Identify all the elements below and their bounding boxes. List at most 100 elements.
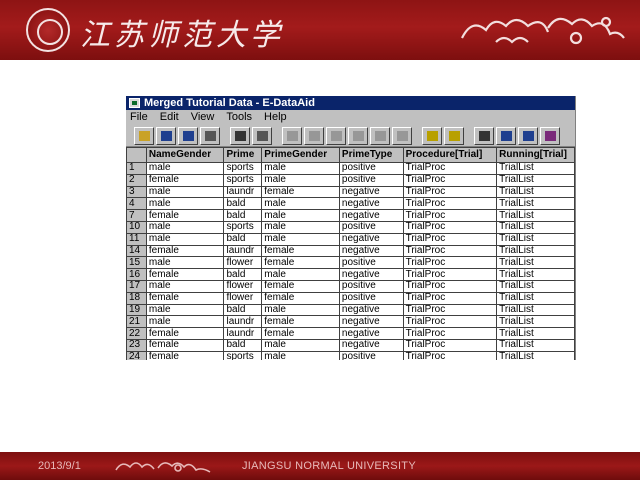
table-cell[interactable]: TrialProc <box>402 232 498 246</box>
table-cell[interactable]: flower <box>223 256 263 270</box>
analyze-icon[interactable] <box>540 126 560 145</box>
table-cell[interactable]: bald <box>223 209 263 222</box>
row-number[interactable]: 3 <box>126 185 147 199</box>
table-cell[interactable]: TrialProc <box>402 185 498 199</box>
table-cell[interactable]: male <box>145 279 225 293</box>
table-cell[interactable]: negative <box>338 197 404 211</box>
table-row[interactable]: 2 female sports male positive TrialProc TrialL… <box>126 173 575 187</box>
table-cell[interactable]: positive <box>338 220 404 234</box>
open-icon[interactable] <box>134 126 154 145</box>
table-cell[interactable]: negative <box>338 209 404 222</box>
table-row[interactable]: 10 male sports male positive TrialProc TrialLi… <box>126 220 575 234</box>
table-row[interactable]: 7 female bald male negative TrialProc TrialLis… <box>126 209 575 222</box>
print-preview-icon[interactable] <box>252 126 272 145</box>
table-cell[interactable]: male <box>261 220 340 234</box>
table-cell[interactable]: male <box>145 256 225 270</box>
row-number[interactable]: 22 <box>126 327 147 340</box>
table-row[interactable]: 22 female laundr female negative TrialProc Tri… <box>126 327 575 340</box>
table-cell[interactable]: male <box>261 232 340 246</box>
table-cell[interactable]: TrialList <box>496 268 575 281</box>
table-cell[interactable]: bald <box>223 268 263 281</box>
table-cell[interactable]: female <box>145 209 225 222</box>
table-cell[interactable]: laundr <box>223 315 263 329</box>
table-cell[interactable]: female <box>261 315 340 329</box>
menu-help[interactable]: Help <box>264 110 287 125</box>
replace-icon[interactable] <box>392 126 412 145</box>
table-cell[interactable]: positive <box>338 291 404 305</box>
arrange-columns-icon[interactable] <box>496 126 516 145</box>
table-row[interactable]: 23 female bald male negative TrialProc TrialLi… <box>126 338 575 352</box>
table-cell[interactable]: negative <box>338 303 404 317</box>
table-cell[interactable]: flower <box>223 291 263 305</box>
table-cell[interactable]: TrialProc <box>402 268 498 281</box>
table-cell[interactable]: male <box>261 350 340 360</box>
table-cell[interactable]: female <box>145 338 225 352</box>
table-row[interactable]: 14 female laundr female negative TrialProc Tri… <box>126 244 575 258</box>
table-cell[interactable]: TrialList <box>496 350 575 360</box>
paste-icon[interactable] <box>326 126 346 145</box>
table-cell[interactable]: negative <box>338 232 404 246</box>
table-cell[interactable]: female <box>261 256 340 270</box>
table-cell[interactable]: TrialProc <box>402 256 498 270</box>
table-cell[interactable]: male <box>261 197 340 211</box>
table-cell[interactable]: laundr <box>223 327 263 340</box>
edit-icon[interactable] <box>422 126 442 145</box>
table-cell[interactable]: bald <box>223 338 263 352</box>
table-cell[interactable]: sports <box>223 220 263 234</box>
table-cell[interactable]: TrialProc <box>402 220 498 234</box>
row-number[interactable]: 24 <box>126 350 147 360</box>
table-cell[interactable]: female <box>261 279 340 293</box>
table-cell[interactable]: TrialProc <box>402 327 498 340</box>
table-cell[interactable]: TrialProc <box>402 244 498 258</box>
table-cell[interactable]: TrialList <box>496 291 575 305</box>
table-cell[interactable]: negative <box>338 315 404 329</box>
table-cell[interactable]: female <box>145 327 225 340</box>
table-cell[interactable]: TrialProc <box>402 338 498 352</box>
column-header-primegender[interactable]: PrimeGender <box>261 147 340 163</box>
table-cell[interactable]: female <box>145 350 225 360</box>
copy-icon[interactable] <box>304 126 324 145</box>
cut-icon[interactable] <box>348 126 368 145</box>
table-cell[interactable]: TrialProc <box>402 173 498 187</box>
table-cell[interactable]: male <box>145 315 225 329</box>
table-cell[interactable]: female <box>261 244 340 258</box>
grid-corner-cell[interactable] <box>126 147 147 163</box>
table-cell[interactable]: female <box>261 291 340 305</box>
table-cell[interactable]: TrialList <box>496 162 575 175</box>
column-header-running-trial[interactable]: Running[Trial] <box>496 147 575 163</box>
table-cell[interactable]: sports <box>223 173 263 187</box>
table-cell[interactable]: sports <box>223 350 263 360</box>
table-cell[interactable]: TrialProc <box>402 303 498 317</box>
table-cell[interactable]: positive <box>338 350 404 360</box>
table-cell[interactable]: TrialProc <box>402 350 498 360</box>
table-row[interactable]: 17 male flower female positive TrialProc Trial… <box>126 279 575 293</box>
table-row[interactable]: 15 male flower female positive TrialProc Trial… <box>126 256 575 270</box>
row-number[interactable]: 18 <box>126 291 147 305</box>
table-row[interactable]: 18 female flower female positive TrialProc Tri… <box>126 291 575 305</box>
table-row[interactable]: 19 male bald male negative TrialProc TrialList <box>126 303 575 317</box>
table-cell[interactable]: female <box>261 185 340 199</box>
table-cell[interactable]: sports <box>223 162 263 175</box>
row-number[interactable]: 21 <box>126 315 147 329</box>
column-header-procedure-trial[interactable]: Procedure[Trial] <box>402 147 498 163</box>
table-cell[interactable]: TrialList <box>496 303 575 317</box>
row-number[interactable]: 4 <box>126 197 147 211</box>
table-cell[interactable]: male <box>261 268 340 281</box>
table-cell[interactable]: female <box>145 173 225 187</box>
table-cell[interactable]: female <box>145 268 225 281</box>
table-cell[interactable]: TrialList <box>496 232 575 246</box>
table-cell[interactable]: TrialList <box>496 197 575 211</box>
table-cell[interactable]: male <box>261 338 340 352</box>
table-cell[interactable]: bald <box>223 303 263 317</box>
undo-icon[interactable] <box>282 126 302 145</box>
table-cell[interactable]: TrialList <box>496 338 575 352</box>
table-cell[interactable]: positive <box>338 279 404 293</box>
table-cell[interactable]: TrialProc <box>402 209 498 222</box>
column-header-prime[interactable]: Prime <box>223 147 263 163</box>
table-cell[interactable]: TrialList <box>496 327 575 340</box>
menu-tools[interactable]: Tools <box>226 110 252 125</box>
row-number[interactable]: 19 <box>126 303 147 317</box>
annotate-icon[interactable] <box>444 126 464 145</box>
menu-edit[interactable]: Edit <box>160 110 179 125</box>
row-number[interactable]: 2 <box>126 173 147 187</box>
